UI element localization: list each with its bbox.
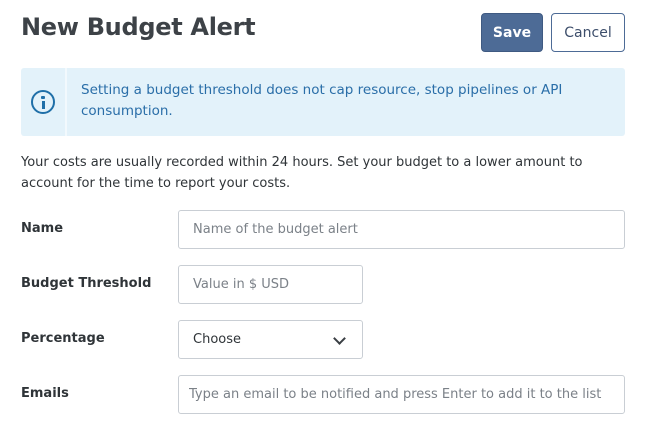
- info-alert: Setting a budget threshold does not cap …: [21, 68, 625, 136]
- budget-threshold-label: Budget Threshold: [21, 276, 152, 291]
- cancel-button[interactable]: Cancel: [551, 13, 625, 52]
- percentage-selected-value: Choose: [193, 332, 241, 347]
- percentage-select[interactable]: Choose: [178, 320, 363, 359]
- name-field-wrapper: [178, 210, 625, 249]
- budget-threshold-input[interactable]: [179, 266, 362, 303]
- emails-field-wrapper: [178, 375, 625, 414]
- save-button[interactable]: Save: [481, 13, 543, 52]
- page-title: New Budget Alert: [21, 13, 256, 41]
- emails-input[interactable]: [179, 376, 624, 413]
- name-input[interactable]: [179, 211, 624, 248]
- chevron-down-icon: [333, 332, 346, 345]
- description-text: Your costs are usually recorded within 2…: [21, 155, 583, 191]
- alert-message: Setting a budget threshold does not cap …: [81, 82, 563, 119]
- budget-threshold-field-wrapper: [178, 265, 363, 304]
- percentage-label: Percentage: [21, 331, 105, 346]
- emails-label: Emails: [21, 386, 69, 401]
- name-label: Name: [21, 221, 64, 236]
- alert-divider: [65, 68, 67, 136]
- info-icon: [31, 90, 55, 114]
